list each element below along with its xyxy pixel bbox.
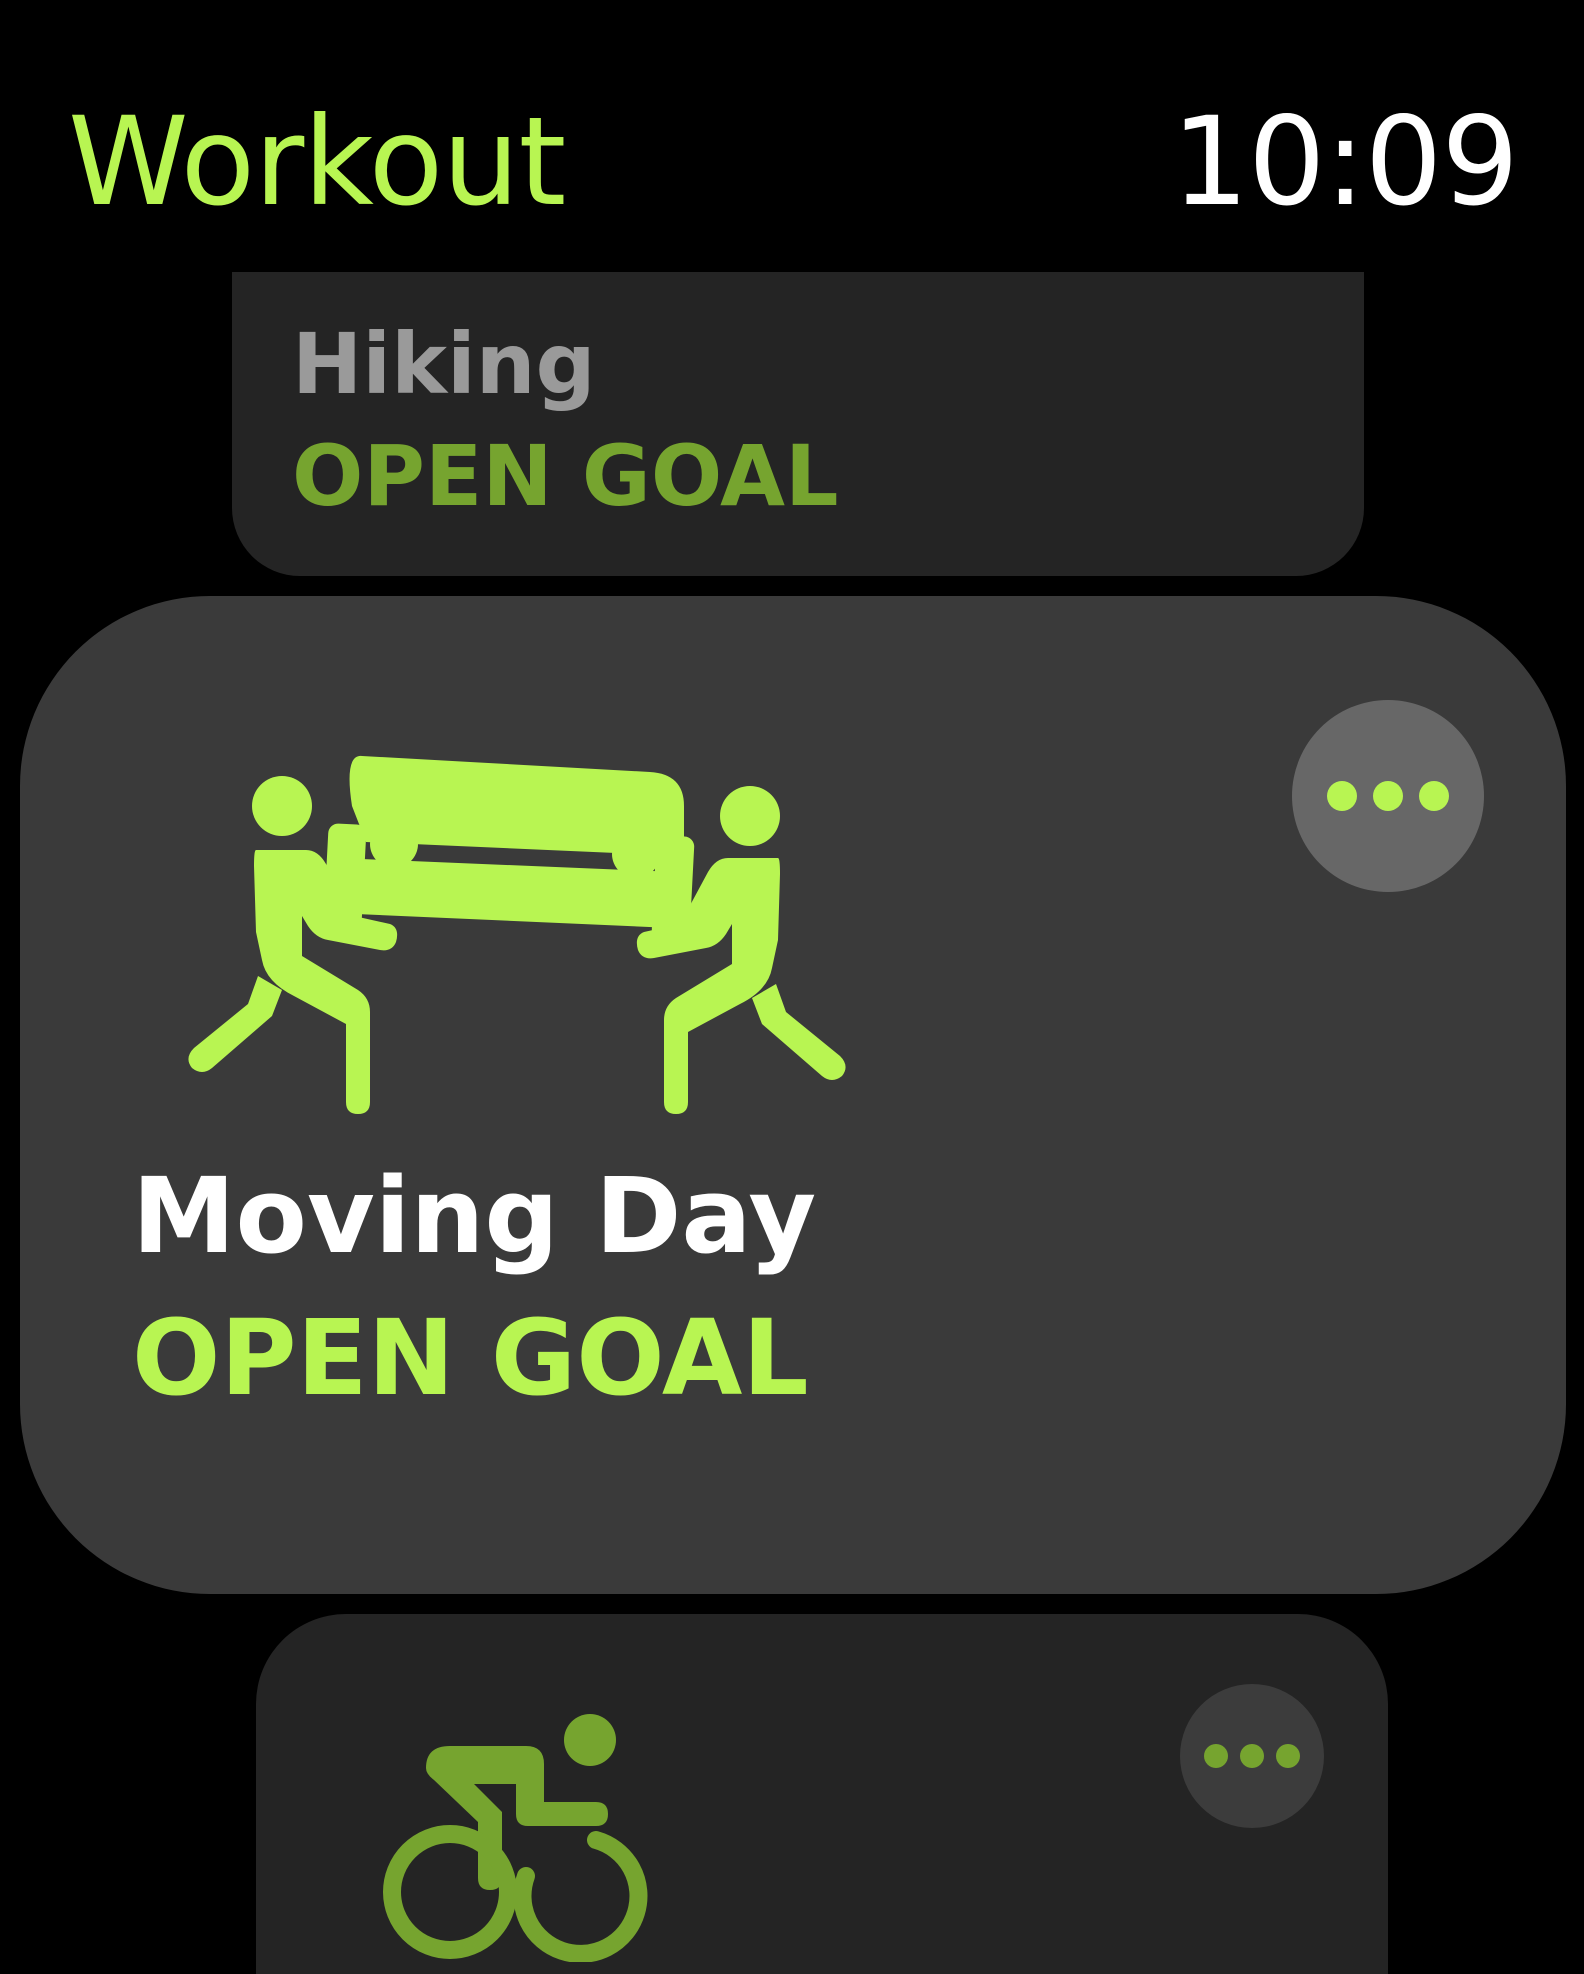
ellipsis-icon [1327, 781, 1357, 811]
workout-title: Moving Day [132, 1155, 817, 1277]
ellipsis-dot [1373, 781, 1403, 811]
ellipsis-dot [1276, 1744, 1300, 1768]
workout-goal: OPEN GOAL [132, 1297, 809, 1419]
workout-title: Hiking [292, 315, 596, 413]
more-options-button[interactable] [1292, 700, 1484, 892]
app-title: Workout [68, 91, 566, 233]
workout-card-moving-day[interactable]: Moving Day OPEN GOAL [20, 596, 1566, 1594]
more-options-button[interactable] [1180, 1684, 1324, 1828]
workout-card-cycling[interactable] [256, 1614, 1388, 1974]
ellipsis-icon [1204, 1744, 1228, 1768]
ellipsis-dot [1419, 781, 1449, 811]
workout-goal: OPEN GOAL [292, 427, 839, 525]
cycling-icon [364, 1702, 664, 1963]
status-bar: Workout 10:09 [0, 0, 1584, 260]
ellipsis-dot [1240, 1744, 1264, 1768]
clock: 10:09 [1171, 91, 1519, 233]
workout-card-hiking[interactable]: Hiking OPEN GOAL [232, 272, 1364, 576]
moving-day-icon [166, 746, 866, 1116]
